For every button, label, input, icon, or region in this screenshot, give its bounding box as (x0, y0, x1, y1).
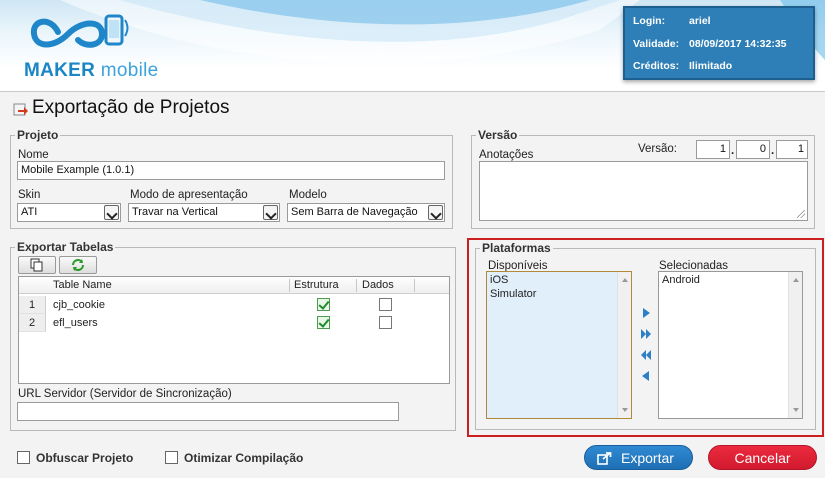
move-left-icon[interactable] (640, 370, 652, 382)
table-row[interactable]: 2 efl_users (19, 314, 449, 332)
login-info-panel: Login: ariel Validade: 08/09/2017 14:32:35… (623, 6, 815, 80)
chevron-down-icon[interactable] (104, 205, 119, 220)
selecionadas-scrollbar[interactable] (788, 272, 802, 418)
selecionadas-listbox[interactable]: Android (658, 271, 803, 419)
projeto-legend: Projeto (17, 128, 59, 142)
row-number: 1 (19, 296, 46, 314)
disponiveis-scrollbar[interactable] (617, 272, 631, 418)
resize-grip-icon[interactable] (797, 210, 805, 218)
col-estrutura[interactable]: Estrutura (294, 279, 339, 291)
list-item[interactable]: Android (659, 274, 802, 286)
table-name-cell: cjb_cookie (53, 299, 105, 311)
version-separator: . (771, 145, 775, 157)
scroll-up-icon[interactable] (793, 278, 799, 282)
login-label: Login: (633, 15, 666, 27)
table-row[interactable]: 1 cjb_cookie (19, 296, 449, 314)
column-separator (356, 279, 357, 292)
exportar-button[interactable]: Exportar (584, 445, 693, 470)
column-separator (414, 279, 415, 292)
skin-label: Skin (18, 189, 41, 201)
anotacoes-textarea[interactable] (479, 161, 808, 221)
dados-checkbox[interactable] (379, 298, 392, 311)
list-item[interactable]: iOS (487, 274, 631, 286)
obfuscar-checkbox[interactable] (17, 451, 30, 464)
row-number: 2 (19, 314, 46, 332)
copy-icon (30, 258, 43, 272)
obfuscar-label[interactable]: Obfuscar Projeto (36, 451, 133, 465)
tables-grid: Table Name Estrutura Dados 1 cjb_cookie … (18, 276, 450, 384)
scroll-up-icon[interactable] (622, 278, 628, 282)
url-servidor-field[interactable] (17, 402, 399, 421)
creditos-value: Ilimitado (689, 60, 733, 72)
modelo-select-value: Sem Barra de Navegação (291, 206, 418, 218)
tables-grid-header: Table Name Estrutura Dados (19, 277, 449, 294)
refresh-icon (72, 259, 84, 271)
brand-wordmark: MAKER mobile (24, 60, 159, 81)
plataformas-legend: Plataformas (482, 241, 551, 255)
modo-select-value: Travar na Vertical (132, 206, 218, 218)
url-servidor-label: URL Servidor (Servidor de Sincronização) (18, 388, 232, 400)
move-all-right-icon[interactable] (640, 328, 652, 340)
otimizar-checkbox[interactable] (165, 451, 178, 464)
login-value: ariel (689, 15, 711, 27)
app-header: MAKER mobile Login: ariel Validade: 08/09/… (0, 0, 825, 92)
export-page-icon (13, 103, 28, 116)
page-title: Exportação de Projetos (32, 97, 230, 118)
external-export-icon (597, 452, 612, 465)
version-major-field[interactable]: 1 (696, 140, 730, 159)
modelo-label: Modelo (289, 189, 327, 201)
exportar-label: Exportar (621, 450, 674, 466)
chevron-down-icon[interactable] (263, 205, 278, 220)
validade-value: 08/09/2017 14:32:35 (689, 38, 787, 50)
validade-label: Validade: (633, 38, 680, 50)
cancelar-button[interactable]: Cancelar (708, 445, 817, 470)
otimizar-label[interactable]: Otimizar Compilação (184, 451, 303, 465)
col-dados[interactable]: Dados (362, 279, 394, 291)
column-separator (289, 279, 290, 292)
maker-logo-icon (30, 14, 129, 48)
col-table-name[interactable]: Table Name (53, 279, 112, 291)
version-patch-field[interactable]: 1 (776, 140, 808, 159)
list-item[interactable]: Simulator (487, 288, 631, 300)
scroll-down-icon[interactable] (793, 408, 799, 412)
skin-select-value: ATI (21, 206, 38, 218)
move-all-left-icon[interactable] (640, 349, 652, 361)
nome-label: Nome (18, 149, 49, 161)
dados-checkbox[interactable] (379, 316, 392, 329)
version-minor-field[interactable]: 0 (736, 140, 770, 159)
versao-number-label: Versão: (638, 143, 677, 155)
modo-label: Modo de apresentação (130, 189, 248, 201)
copy-tables-button[interactable] (18, 256, 56, 274)
versao-legend: Versão (478, 128, 518, 142)
table-name-cell: efl_users (53, 317, 98, 329)
anotacoes-label: Anotações (479, 149, 534, 161)
refresh-tables-button[interactable] (59, 256, 97, 274)
exportar-tabelas-legend: Exportar Tabelas (17, 240, 114, 254)
chevron-down-icon[interactable] (428, 205, 443, 220)
modelo-select[interactable]: Sem Barra de Navegação (287, 203, 445, 222)
move-right-icon[interactable] (640, 307, 652, 319)
disponiveis-listbox[interactable]: iOS Simulator (486, 271, 632, 419)
creditos-label: Créditos: (633, 60, 680, 72)
nome-field[interactable]: Mobile Example (1.0.1) (17, 161, 445, 180)
estrutura-checkbox[interactable] (317, 316, 330, 329)
skin-select[interactable]: ATI (17, 203, 121, 222)
modo-select[interactable]: Travar na Vertical (128, 203, 280, 222)
scroll-down-icon[interactable] (622, 408, 628, 412)
estrutura-checkbox[interactable] (317, 298, 330, 311)
version-separator: . (731, 145, 735, 157)
